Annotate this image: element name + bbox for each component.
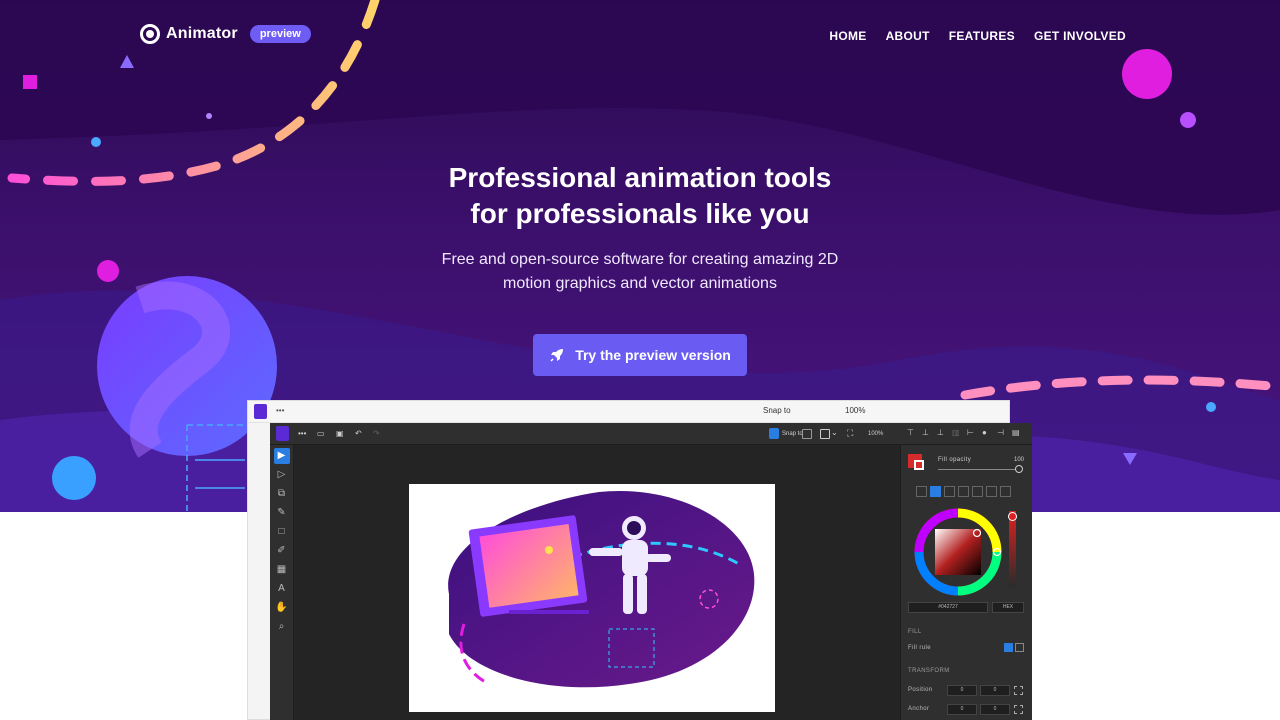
text-tool-icon[interactable]: A <box>274 581 290 597</box>
anchor-x-input[interactable]: 0 <box>947 704 977 715</box>
transform-tool-icon[interactable]: ⧉ <box>274 486 290 502</box>
eyedropper-tool-icon[interactable]: ✐ <box>274 543 290 559</box>
snap-dropdown-box[interactable] <box>802 429 812 439</box>
more-menu-icon[interactable]: ••• <box>298 429 306 439</box>
anchor-y-input[interactable]: 0 <box>980 704 1010 715</box>
hand-tool-icon[interactable]: ✋ <box>274 600 290 616</box>
subline-line-1: Free and open-source software for creati… <box>441 251 839 268</box>
radial-gradient-icon[interactable] <box>958 486 969 497</box>
align-right-icon[interactable]: ⊣ <box>997 428 1004 438</box>
distribute-icon[interactable]: ▥ <box>952 428 960 438</box>
light-toolbar: ••• Snap to 100% <box>248 401 1009 423</box>
position-anchor-icon[interactable] <box>1014 686 1023 695</box>
chevron-down-icon[interactable]: ⌄ <box>831 428 838 438</box>
app-logo-icon <box>276 426 289 441</box>
app-toolbar: ••• ▭ ▣ ↶ ↷ Snap to ⌄ ⛶ 100% ⊤ ⊥ ⊥ ▥ ⊢ ●… <box>270 423 1032 445</box>
tool-sidebar: ▶ ▷ ⧉ ✎ □ ✐ ▦ A ✋ ⌕ <box>270 445 294 720</box>
align-middle-icon[interactable]: ⊥ <box>922 428 929 438</box>
animator-logo-icon <box>140 24 160 44</box>
top-navigation: Animator preview HOME ABOUT FEATURES GET… <box>0 22 1280 50</box>
zoom-tool-icon[interactable]: ⌕ <box>274 619 290 635</box>
no-fill-icon[interactable] <box>916 486 927 497</box>
fill-rule-label: Fill rule <box>908 645 931 651</box>
pattern-fill-icon[interactable] <box>1000 486 1011 497</box>
fill-opacity-label: Fill opacity <box>938 457 972 463</box>
artboard[interactable] <box>409 484 775 712</box>
preview-badge: preview <box>249 25 311 43</box>
properties-panel: Fill opacity 100 #042727 HEX FILL Fill r… <box>900 445 1032 720</box>
subline-line-2: motion graphics and vector animations <box>503 275 777 292</box>
fill-type-buttons <box>916 486 1011 497</box>
fill-rule-evenodd-icon[interactable] <box>1015 643 1024 652</box>
align-top-icon[interactable]: ⊤ <box>907 428 914 438</box>
more-icon[interactable]: ••• <box>276 406 284 416</box>
pen-tool-icon[interactable]: ✎ <box>274 505 290 521</box>
table-tool-icon[interactable]: ▦ <box>274 562 290 578</box>
brand-name: Animator <box>166 25 238 42</box>
position-label: Position <box>908 687 933 693</box>
color-wheel[interactable] <box>913 507 1003 597</box>
image-fill-icon[interactable] <box>986 486 997 497</box>
nav-link-home[interactable]: HOME <box>829 29 866 43</box>
app-logo-icon <box>254 404 267 419</box>
hero-headline: Professional animation tools for profess… <box>340 160 940 232</box>
conic-gradient-icon[interactable] <box>972 486 983 497</box>
fit-screen-icon[interactable]: ⛶ <box>847 428 853 438</box>
position-x-input[interactable]: 0 <box>947 685 977 696</box>
anchor-label: Anchor <box>908 706 930 712</box>
light-tool-sidebar <box>248 423 272 719</box>
rocket-icon <box>550 349 564 362</box>
align-left-icon[interactable]: ⊢ <box>967 428 974 438</box>
snap-toggle-icon[interactable] <box>769 428 779 439</box>
anchor-pick-icon[interactable] <box>1014 705 1023 714</box>
redo-icon[interactable]: ↷ <box>373 429 380 439</box>
linear-gradient-icon[interactable] <box>944 486 955 497</box>
select-tool-icon[interactable]: ▶ <box>273 448 290 464</box>
alpha-slider[interactable] <box>1009 511 1016 587</box>
alpha-handle[interactable] <box>1008 512 1017 521</box>
fill-section-title: FILL <box>908 629 922 635</box>
direct-select-tool-icon[interactable]: ▷ <box>274 467 290 483</box>
fill-opacity-slider[interactable] <box>938 469 1016 470</box>
light-snap-label[interactable]: Snap to <box>763 406 791 416</box>
color-mode-select[interactable]: HEX <box>992 602 1024 613</box>
nav-links: HOME ABOUT FEATURES GET INVOLVED <box>829 29 1126 43</box>
solid-fill-icon[interactable] <box>930 486 941 497</box>
try-preview-button[interactable]: Try the preview version <box>533 334 747 376</box>
hero-subheadline: Free and open-source software for creati… <box>390 248 890 296</box>
light-zoom-value[interactable]: 100% <box>845 406 865 416</box>
hex-input[interactable]: #042727 <box>908 602 988 613</box>
user-icon[interactable]: ● <box>982 428 987 438</box>
astronaut-illustration <box>448 490 755 688</box>
headline-line-2: for professionals like you <box>470 198 810 229</box>
save-icon[interactable]: ▣ <box>336 429 344 439</box>
canvas-area[interactable] <box>294 445 900 720</box>
fill-opacity-handle[interactable] <box>1015 465 1023 473</box>
align-bottom-icon[interactable]: ⊥ <box>937 428 944 438</box>
stroke-swatch[interactable] <box>914 460 924 470</box>
transform-section-title: TRANSFORM <box>908 668 950 674</box>
pen-mode-icon[interactable] <box>820 429 830 439</box>
zoom-level[interactable]: 100% <box>868 429 883 439</box>
fill-opacity-value: 100 <box>1014 457 1025 463</box>
align-center-icon[interactable]: ▤ <box>1012 428 1020 438</box>
snap-to-dropdown[interactable]: Snap to <box>782 429 803 439</box>
app-window-dark: ••• ▭ ▣ ↶ ↷ Snap to ⌄ ⛶ 100% ⊤ ⊥ ⊥ ▥ ⊢ ●… <box>270 423 1032 720</box>
undo-icon[interactable]: ↶ <box>355 429 362 439</box>
rectangle-tool-icon[interactable]: □ <box>274 524 290 540</box>
brand[interactable]: Animator preview <box>140 24 311 44</box>
nav-link-features[interactable]: FEATURES <box>949 29 1015 43</box>
nav-link-get-involved[interactable]: GET INVOLVED <box>1034 29 1126 43</box>
fill-rule-nonzero-icon[interactable] <box>1004 643 1013 652</box>
try-preview-label: Try the preview version <box>575 347 731 363</box>
headline-line-1: Professional animation tools <box>448 162 832 193</box>
nav-link-about[interactable]: ABOUT <box>886 29 930 43</box>
position-y-input[interactable]: 0 <box>980 685 1010 696</box>
open-folder-icon[interactable]: ▭ <box>317 429 325 439</box>
